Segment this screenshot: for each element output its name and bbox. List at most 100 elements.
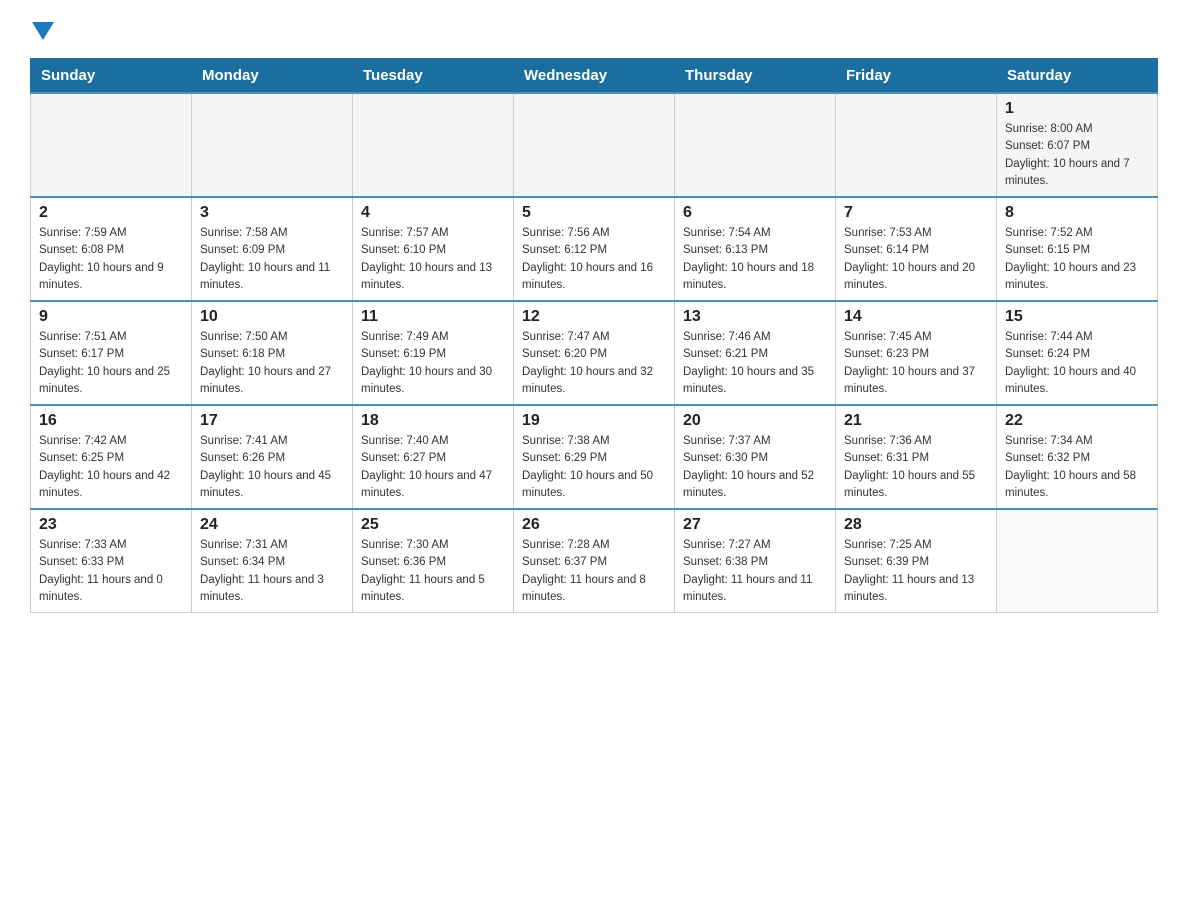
day-number: 26 — [522, 516, 666, 534]
logo-triangle-icon — [32, 22, 54, 40]
day-number: 21 — [844, 412, 988, 430]
day-info: Sunrise: 7:44 AMSunset: 6:24 PMDaylight:… — [1005, 329, 1149, 398]
calendar-cell — [997, 509, 1158, 613]
day-of-week-header: Saturday — [997, 59, 1158, 94]
calendar-cell: 15 Sunrise: 7:44 AMSunset: 6:24 PMDayligh… — [997, 301, 1158, 405]
day-number: 9 — [39, 308, 183, 326]
day-of-week-header: Sunday — [31, 59, 192, 94]
day-number: 17 — [200, 412, 344, 430]
day-of-week-header: Monday — [192, 59, 353, 94]
calendar-week-row: 23 Sunrise: 7:33 AMSunset: 6:33 PMDayligh… — [31, 509, 1158, 613]
calendar-cell: 16 Sunrise: 7:42 AMSunset: 6:25 PMDayligh… — [31, 405, 192, 509]
calendar-cell: 13 Sunrise: 7:46 AMSunset: 6:21 PMDayligh… — [675, 301, 836, 405]
calendar-cell: 2 Sunrise: 7:59 AMSunset: 6:08 PMDaylight… — [31, 197, 192, 301]
day-info: Sunrise: 7:52 AMSunset: 6:15 PMDaylight:… — [1005, 225, 1149, 294]
day-number: 5 — [522, 204, 666, 222]
day-number: 25 — [361, 516, 505, 534]
day-number: 10 — [200, 308, 344, 326]
day-info: Sunrise: 7:49 AMSunset: 6:19 PMDaylight:… — [361, 329, 505, 398]
calendar-cell — [514, 93, 675, 197]
day-info: Sunrise: 7:50 AMSunset: 6:18 PMDaylight:… — [200, 329, 344, 398]
calendar-cell: 10 Sunrise: 7:50 AMSunset: 6:18 PMDayligh… — [192, 301, 353, 405]
day-info: Sunrise: 7:25 AMSunset: 6:39 PMDaylight:… — [844, 537, 988, 606]
calendar-cell: 3 Sunrise: 7:58 AMSunset: 6:09 PMDaylight… — [192, 197, 353, 301]
calendar-cell: 22 Sunrise: 7:34 AMSunset: 6:32 PMDayligh… — [997, 405, 1158, 509]
calendar-cell: 18 Sunrise: 7:40 AMSunset: 6:27 PMDayligh… — [353, 405, 514, 509]
calendar-cell: 19 Sunrise: 7:38 AMSunset: 6:29 PMDayligh… — [514, 405, 675, 509]
calendar-cell: 28 Sunrise: 7:25 AMSunset: 6:39 PMDayligh… — [836, 509, 997, 613]
day-number: 13 — [683, 308, 827, 326]
day-number: 19 — [522, 412, 666, 430]
day-info: Sunrise: 7:46 AMSunset: 6:21 PMDaylight:… — [683, 329, 827, 398]
day-info: Sunrise: 7:27 AMSunset: 6:38 PMDaylight:… — [683, 537, 827, 606]
calendar-cell: 4 Sunrise: 7:57 AMSunset: 6:10 PMDaylight… — [353, 197, 514, 301]
calendar-week-row: 1 Sunrise: 8:00 AMSunset: 6:07 PMDaylight… — [31, 93, 1158, 197]
calendar-cell — [192, 93, 353, 197]
day-info: Sunrise: 7:59 AMSunset: 6:08 PMDaylight:… — [39, 225, 183, 294]
day-number: 23 — [39, 516, 183, 534]
calendar-cell: 17 Sunrise: 7:41 AMSunset: 6:26 PMDayligh… — [192, 405, 353, 509]
calendar-week-row: 2 Sunrise: 7:59 AMSunset: 6:08 PMDaylight… — [31, 197, 1158, 301]
day-number: 15 — [1005, 308, 1149, 326]
calendar-week-row: 9 Sunrise: 7:51 AMSunset: 6:17 PMDaylight… — [31, 301, 1158, 405]
day-info: Sunrise: 7:33 AMSunset: 6:33 PMDaylight:… — [39, 537, 183, 606]
day-info: Sunrise: 7:56 AMSunset: 6:12 PMDaylight:… — [522, 225, 666, 294]
calendar-cell: 7 Sunrise: 7:53 AMSunset: 6:14 PMDaylight… — [836, 197, 997, 301]
calendar-cell: 25Sunrise: 7:30 AMSunset: 6:36 PMDayligh… — [353, 509, 514, 613]
day-info: Sunrise: 7:47 AMSunset: 6:20 PMDaylight:… — [522, 329, 666, 398]
calendar-cell — [353, 93, 514, 197]
day-of-week-header: Wednesday — [514, 59, 675, 94]
day-number: 27 — [683, 516, 827, 534]
calendar-cell: 26 Sunrise: 7:28 AMSunset: 6:37 PMDayligh… — [514, 509, 675, 613]
day-number: 16 — [39, 412, 183, 430]
day-info: Sunrise: 7:45 AMSunset: 6:23 PMDaylight:… — [844, 329, 988, 398]
day-number: 3 — [200, 204, 344, 222]
day-info: Sunrise: 7:54 AMSunset: 6:13 PMDaylight:… — [683, 225, 827, 294]
day-info: Sunrise: 7:40 AMSunset: 6:27 PMDaylight:… — [361, 433, 505, 502]
calendar-cell: 14 Sunrise: 7:45 AMSunset: 6:23 PMDayligh… — [836, 301, 997, 405]
day-info: Sunrise: 7:38 AMSunset: 6:29 PMDaylight:… — [522, 433, 666, 502]
day-number: 1 — [1005, 100, 1149, 118]
day-info: Sunrise: 7:34 AMSunset: 6:32 PMDaylight:… — [1005, 433, 1149, 502]
calendar-cell — [31, 93, 192, 197]
day-info: Sunrise: 7:42 AMSunset: 6:25 PMDaylight:… — [39, 433, 183, 502]
day-number: 20 — [683, 412, 827, 430]
logo — [30, 20, 54, 40]
day-number: 28 — [844, 516, 988, 534]
calendar-cell: 1 Sunrise: 8:00 AMSunset: 6:07 PMDaylight… — [997, 93, 1158, 197]
calendar-body: 1 Sunrise: 8:00 AMSunset: 6:07 PMDaylight… — [31, 93, 1158, 613]
day-number: 14 — [844, 308, 988, 326]
day-number: 18 — [361, 412, 505, 430]
day-info: Sunrise: 7:28 AMSunset: 6:37 PMDaylight:… — [522, 537, 666, 606]
day-info: Sunrise: 8:00 AMSunset: 6:07 PMDaylight:… — [1005, 121, 1149, 190]
calendar-cell: 24Sunrise: 7:31 AMSunset: 6:34 PMDayligh… — [192, 509, 353, 613]
calendar-cell: 27 Sunrise: 7:27 AMSunset: 6:38 PMDayligh… — [675, 509, 836, 613]
page-header — [30, 20, 1158, 40]
day-number: 7 — [844, 204, 988, 222]
calendar-table: SundayMondayTuesdayWednesdayThursdayFrid… — [30, 58, 1158, 613]
calendar-cell: 6 Sunrise: 7:54 AMSunset: 6:13 PMDaylight… — [675, 197, 836, 301]
day-number: 6 — [683, 204, 827, 222]
day-info: Sunrise: 7:51 AMSunset: 6:17 PMDaylight:… — [39, 329, 183, 398]
day-number: 2 — [39, 204, 183, 222]
day-info: Sunrise: 7:58 AMSunset: 6:09 PMDaylight:… — [200, 225, 344, 294]
day-info: Sunrise: 7:57 AMSunset: 6:10 PMDaylight:… — [361, 225, 505, 294]
day-info: Sunrise: 7:53 AMSunset: 6:14 PMDaylight:… — [844, 225, 988, 294]
day-info: Sunrise: 7:36 AMSunset: 6:31 PMDaylight:… — [844, 433, 988, 502]
day-info: Sunrise: 7:41 AMSunset: 6:26 PMDaylight:… — [200, 433, 344, 502]
day-number: 4 — [361, 204, 505, 222]
calendar-cell: 21 Sunrise: 7:36 AMSunset: 6:31 PMDayligh… — [836, 405, 997, 509]
calendar-cell: 11 Sunrise: 7:49 AMSunset: 6:19 PMDayligh… — [353, 301, 514, 405]
calendar-cell: 20Sunrise: 7:37 AMSunset: 6:30 PMDayligh… — [675, 405, 836, 509]
day-of-week-header: Thursday — [675, 59, 836, 94]
calendar-cell: 8 Sunrise: 7:52 AMSunset: 6:15 PMDaylight… — [997, 197, 1158, 301]
calendar-cell: 23 Sunrise: 7:33 AMSunset: 6:33 PMDayligh… — [31, 509, 192, 613]
day-of-week-header: Tuesday — [353, 59, 514, 94]
day-number: 11 — [361, 308, 505, 326]
calendar-cell: 9 Sunrise: 7:51 AMSunset: 6:17 PMDaylight… — [31, 301, 192, 405]
calendar-header: SundayMondayTuesdayWednesdayThursdayFrid… — [31, 59, 1158, 94]
day-of-week-header: Friday — [836, 59, 997, 94]
day-number: 12 — [522, 308, 666, 326]
day-number: 22 — [1005, 412, 1149, 430]
day-number: 8 — [1005, 204, 1149, 222]
